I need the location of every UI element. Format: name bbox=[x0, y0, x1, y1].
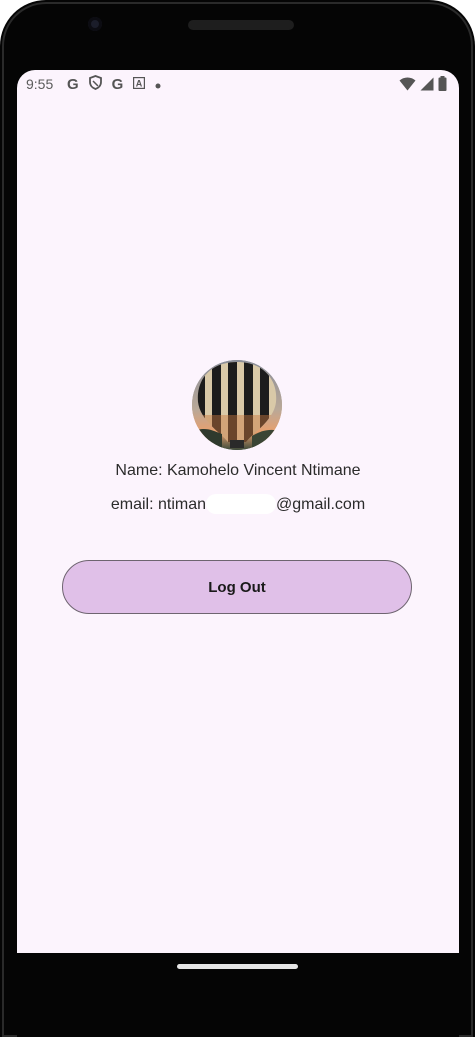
redaction-mask bbox=[206, 494, 276, 514]
logout-button[interactable]: Log Out bbox=[62, 560, 412, 614]
front-camera bbox=[88, 17, 102, 31]
profile-email: email: ntiman @gmail.com bbox=[17, 494, 459, 514]
profile-content: Name: Kamohelo Vincent Ntimane email: nt… bbox=[17, 70, 459, 953]
app-screen: 9:55 G G A Name: Kamohelo Vincent Ntiman… bbox=[17, 70, 459, 953]
navigation-bar bbox=[17, 953, 459, 1037]
email-suffix: @gmail.com bbox=[276, 496, 366, 513]
home-gesture-handle[interactable] bbox=[177, 964, 298, 969]
profile-avatar bbox=[192, 360, 282, 450]
email-prefix: email: ntiman bbox=[110, 496, 206, 513]
phone-device: 9:55 G G A Name: Kamohelo Vincent Ntiman… bbox=[0, 0, 475, 1037]
earpiece-speaker bbox=[188, 20, 294, 30]
profile-name: Name: Kamohelo Vincent Ntimane bbox=[115, 462, 361, 479]
